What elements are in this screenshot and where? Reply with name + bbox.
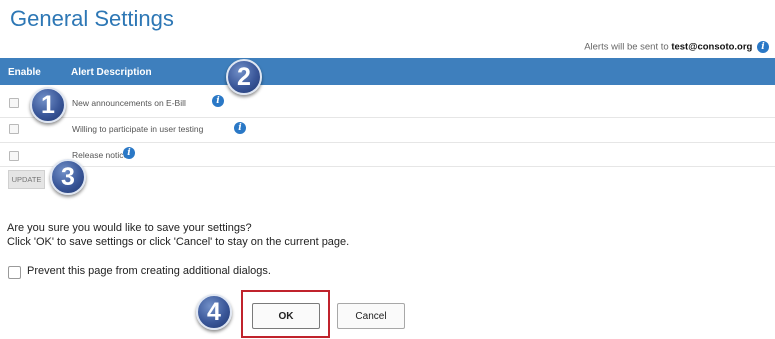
dialog-instruction: Click 'OK' to save settings or click 'Ca… [7,236,350,248]
alert-description: New announcements on E-Bill [72,98,186,108]
column-header-enable: Enable [8,67,41,78]
ok-button[interactable]: OK [252,303,320,329]
cancel-button[interactable]: Cancel [337,303,405,329]
row-divider [0,166,775,167]
info-icon[interactable]: i [212,95,224,107]
alerts-email: test@consoto.org [671,41,753,53]
update-button[interactable]: UPDATE [8,170,45,189]
prevent-dialogs-checkbox[interactable] [8,266,21,279]
row-divider [0,142,775,143]
alert-description: Willing to participate in user testing [72,124,204,134]
alerts-prefix: Alerts will be sent to [584,41,672,53]
alerts-recipient: Alerts will be sent to test@consoto.org … [584,41,769,53]
callout-badge-1: 1 [30,87,66,123]
callout-badge-3: 3 [50,159,86,195]
page-title: General Settings [10,6,174,31]
enable-checkbox[interactable] [9,98,19,108]
info-icon[interactable]: i [234,122,246,134]
alert-description: Release notice [72,150,129,160]
info-icon[interactable]: i [123,147,135,159]
info-icon[interactable]: i [757,41,769,53]
callout-badge-2: 2 [226,59,262,95]
enable-checkbox[interactable] [9,124,19,134]
column-header-alert-description: Alert Description [71,67,152,78]
callout-badge-4: 4 [196,294,232,330]
enable-checkbox[interactable] [9,151,19,161]
dialog-question: Are you sure you would like to save your… [7,222,252,234]
row-divider [0,117,775,118]
prevent-dialogs-label: Prevent this page from creating addition… [27,265,271,277]
